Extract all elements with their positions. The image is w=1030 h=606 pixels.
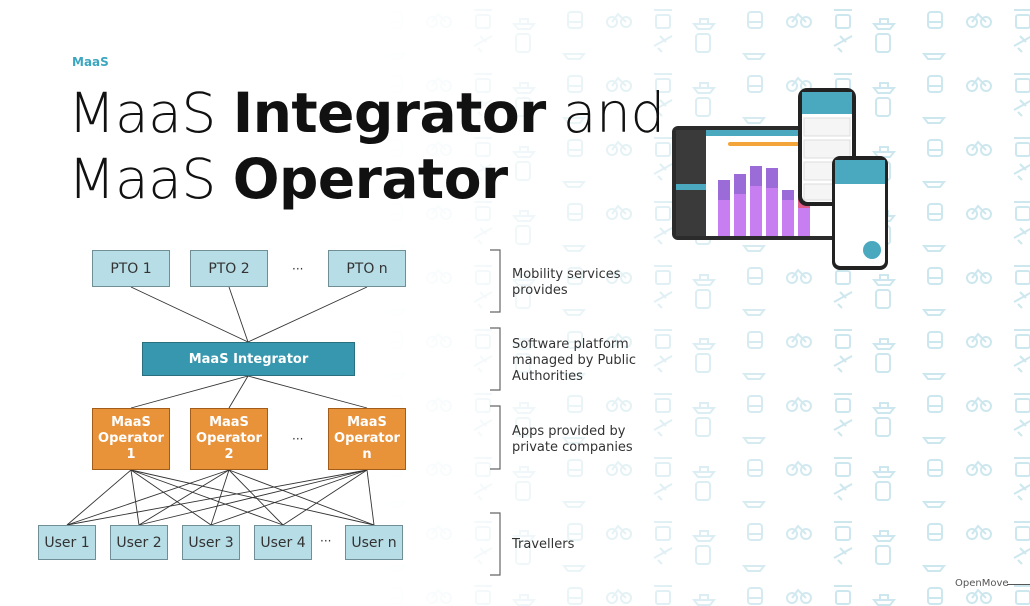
brand-logo-text: OpenMove (955, 578, 1009, 589)
legend-travellers: Travellers (512, 537, 575, 552)
connector-line (247, 375, 368, 409)
connector-line (130, 375, 249, 409)
app-devices-image (672, 88, 888, 270)
user-box: User 4 (254, 525, 312, 560)
connector-line (138, 469, 368, 526)
pto-box: PTO 2 (190, 250, 268, 287)
maas-operator-box: MaaS Operator 2 (190, 408, 268, 470)
user-box: User n (345, 525, 403, 560)
legend-platform: Software platform managed by Public Author… (512, 337, 637, 384)
legend-mobility: Mobility services provides (512, 267, 621, 298)
footer-divider (1007, 584, 1030, 585)
maas-operator-box: MaaS Operator 1 (92, 408, 170, 470)
maas-operator-box: MaaS Operator n (328, 408, 406, 470)
title-light: and (545, 81, 665, 145)
connector-line (228, 286, 249, 343)
ellipsis: ··· (292, 262, 304, 276)
connector-line (366, 469, 375, 526)
connector-line (66, 469, 368, 526)
brackets (490, 249, 501, 576)
connector-line (247, 286, 368, 343)
connector-lines (66, 286, 375, 526)
ellipsis: ··· (292, 432, 304, 446)
connector-line (130, 469, 284, 526)
connector-line (66, 469, 132, 526)
legend-apps: Apps provided by private companies (512, 424, 633, 455)
user-box: User 1 (38, 525, 96, 560)
connector-line (282, 469, 368, 526)
connector-line (130, 469, 212, 526)
user-box: User 2 (110, 525, 168, 560)
connector-line (130, 469, 140, 526)
connector-line (210, 469, 230, 526)
connector-line (130, 286, 249, 343)
pto-box: PTO 1 (92, 250, 170, 287)
user-box: User 3 (182, 525, 240, 560)
connector-line (210, 469, 368, 526)
connector-line (228, 469, 284, 526)
maas-integrator-box: MaaS Integrator (142, 342, 355, 376)
pto-box: PTO n (328, 250, 406, 287)
connector-line (66, 469, 230, 526)
ellipsis: ··· (320, 534, 332, 548)
